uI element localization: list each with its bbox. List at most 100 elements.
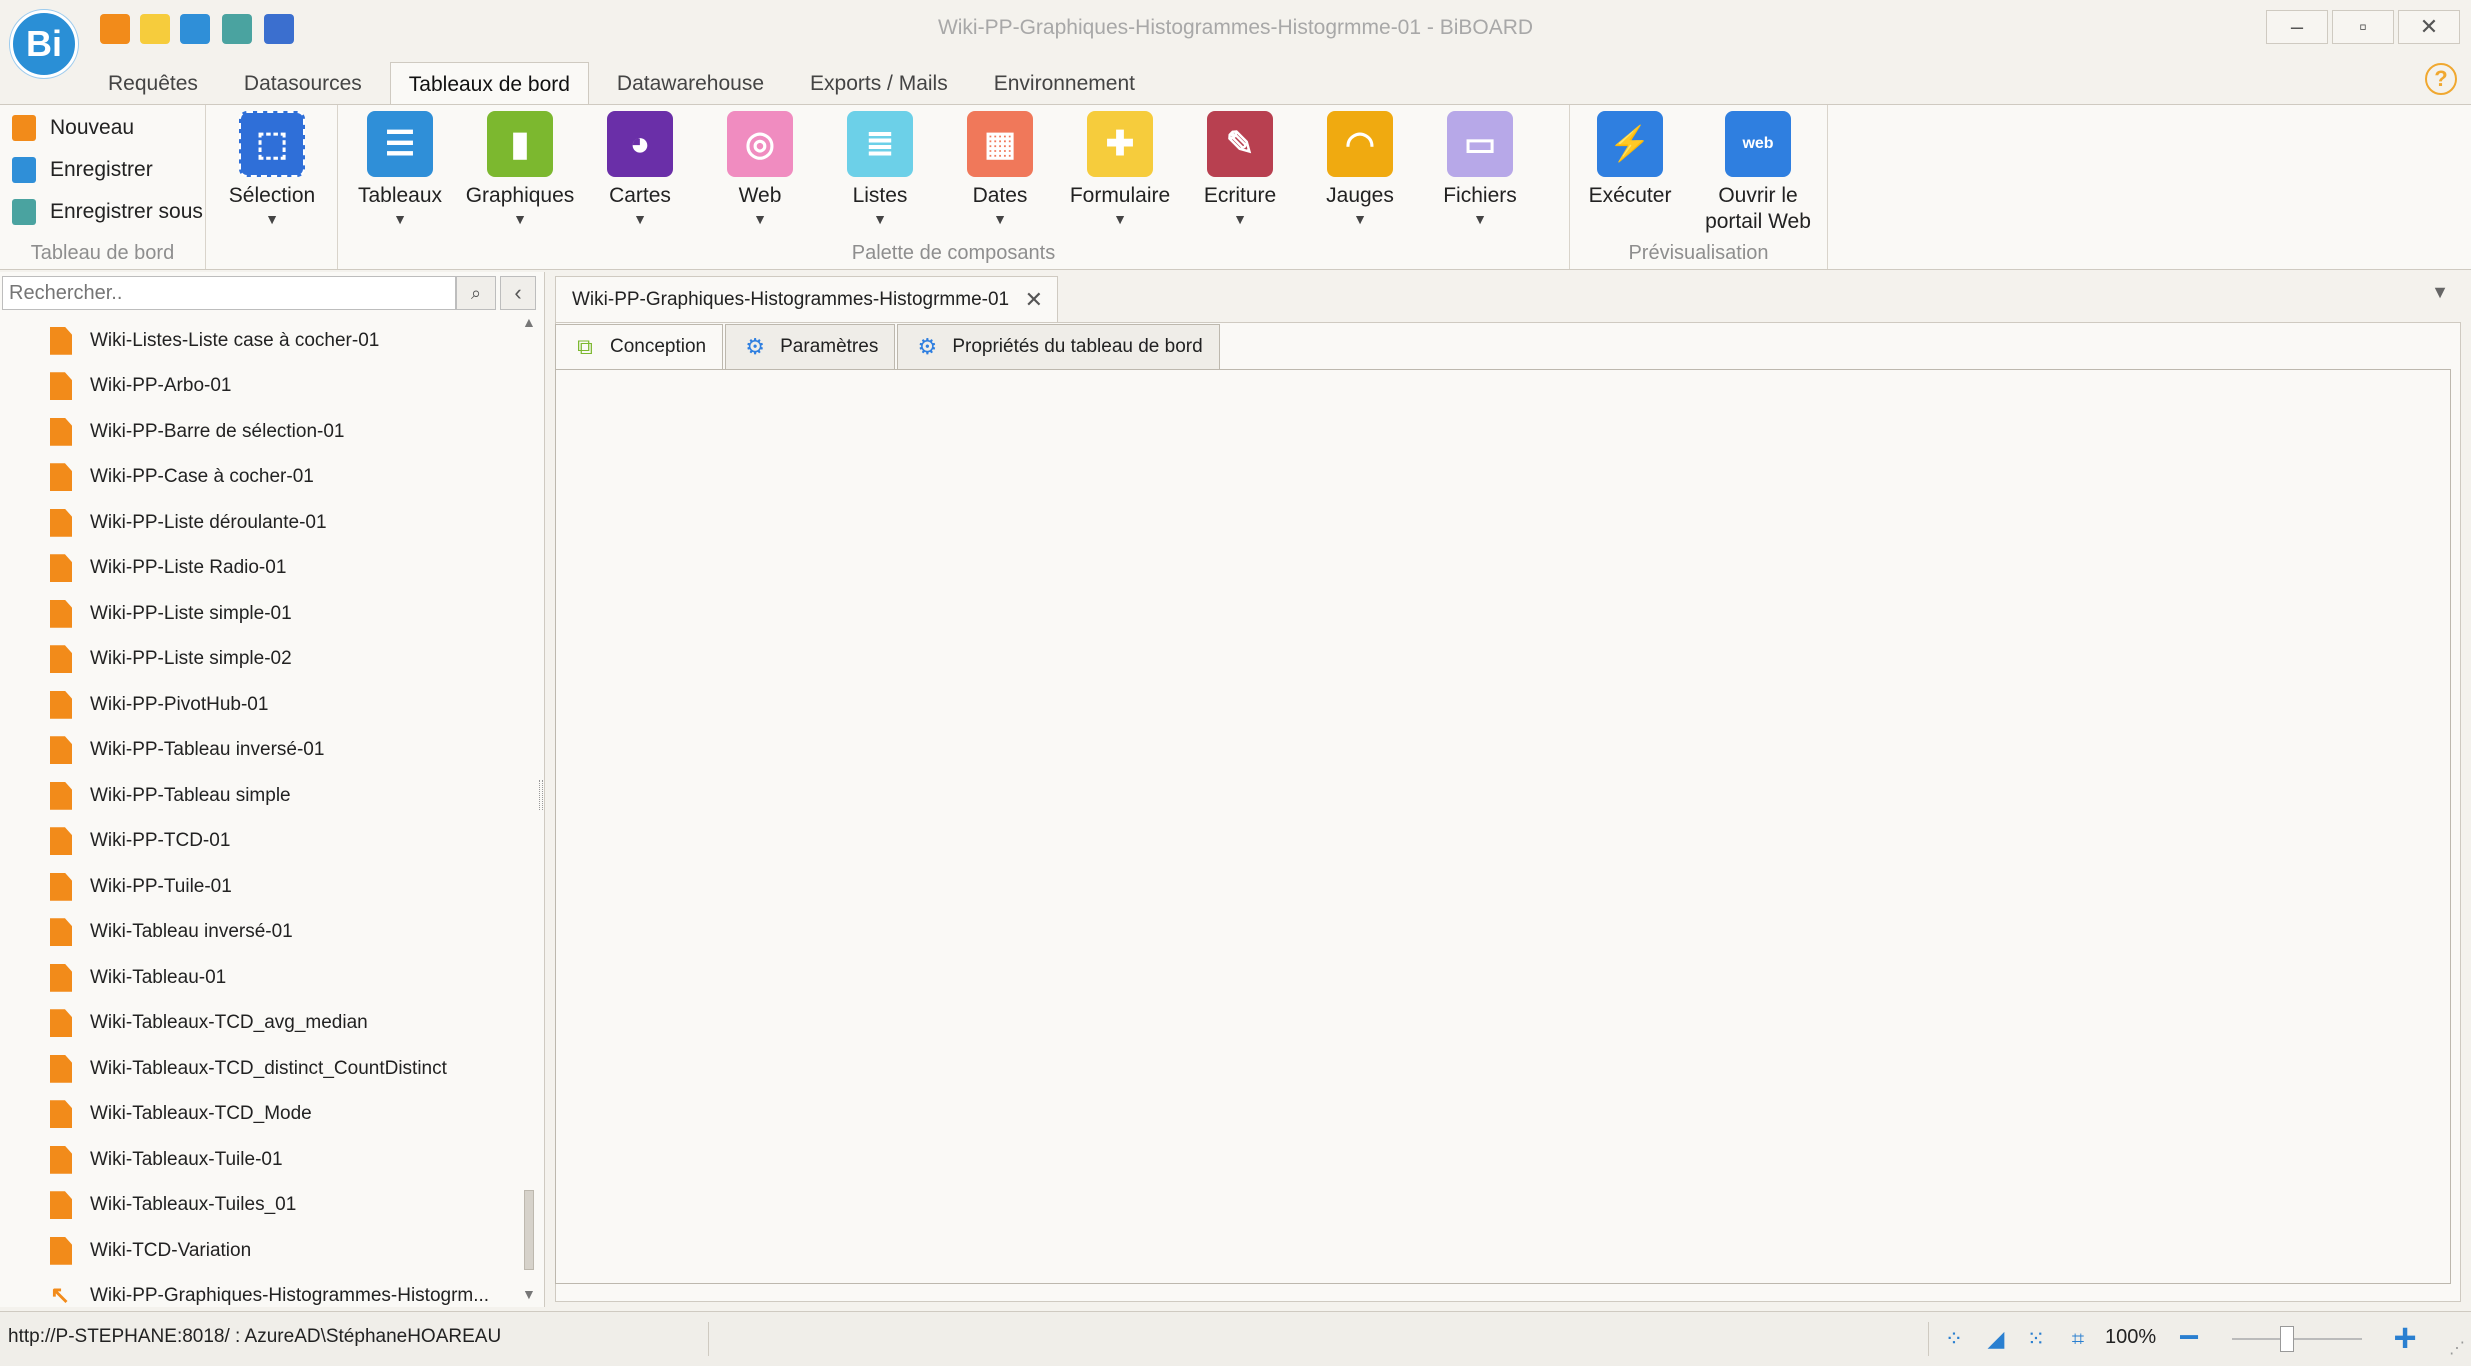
list-item[interactable]: Wiki-Tableau inversé-01: [0, 910, 520, 956]
chevron-down-icon: ▼: [753, 211, 767, 227]
open-portal-button[interactable]: web Ouvrir le portail Web: [1688, 111, 1828, 235]
tab-datawarehouse[interactable]: Datawarehouse: [599, 62, 782, 106]
list-item[interactable]: Wiki-Tableaux-Tuile-01: [0, 1137, 520, 1183]
tab-tableaux-de-bord[interactable]: Tableaux de bord: [389, 62, 589, 106]
list-item[interactable]: Wiki-PP-Liste simple-01: [0, 591, 520, 637]
file-icon: [50, 736, 72, 765]
save-as-button[interactable]: Enregistrer sous: [12, 195, 203, 229]
tree-scrollbar[interactable]: ▲ ▼: [522, 314, 536, 1302]
zoom-level: 100%: [2105, 1326, 2157, 1348]
new-button[interactable]: Nouveau: [12, 111, 134, 145]
scrollbar-thumb[interactable]: [524, 1190, 534, 1270]
component-ecriture-button[interactable]: ✎ Ecriture ▼: [1180, 111, 1300, 227]
collapse-panel-button[interactable]: ‹: [500, 276, 536, 310]
component-listes-button[interactable]: ≣ Listes ▼: [820, 111, 940, 227]
list-item-label: Wiki-Tableaux-Tuile-01: [90, 1148, 283, 1170]
list-item[interactable]: Wiki-Tableaux-TCD_avg_median: [0, 1001, 520, 1047]
list-item-label: Wiki-Tableaux-TCD_Mode: [90, 1103, 312, 1125]
list-item[interactable]: Wiki-Tableaux-Tuiles_01: [0, 1183, 520, 1229]
close-tab-icon[interactable]: ✕: [1025, 277, 1043, 323]
search-input[interactable]: [2, 276, 456, 310]
list-item[interactable]: Wiki-PP-Liste Radio-01: [0, 546, 520, 592]
lightning-icon: ⚡: [1597, 111, 1663, 177]
document-tab[interactable]: Wiki-PP-Graphiques-Histogrammes-Histogrm…: [555, 276, 1059, 323]
snap-grid-icon[interactable]: ⁘: [1938, 1324, 1970, 1354]
align-icon[interactable]: ◢: [1980, 1324, 2012, 1354]
component-cartes-button[interactable]: ◕ Cartes ▼: [580, 111, 700, 227]
scroll-down-icon[interactable]: ▼: [522, 1286, 536, 1302]
list-item[interactable]: Wiki-PP-Tableau simple: [0, 773, 520, 819]
component-fichiers-button[interactable]: ▭ Fichiers ▼: [1420, 111, 1540, 227]
list-item[interactable]: Wiki-Listes-Liste case à cocher-01: [0, 318, 520, 364]
list-item[interactable]: Wiki-PP-PivotHub-01: [0, 682, 520, 728]
tab-exports-mails[interactable]: Exports / Mails: [792, 62, 966, 106]
tab-proprietes[interactable]: ⚙ Propriétés du tableau de bord: [897, 324, 1220, 370]
component-jauges-button[interactable]: ◠ Jauges ▼: [1300, 111, 1420, 227]
list-item[interactable]: Wiki-PP-Arbo-01: [0, 364, 520, 410]
zoom-slider-track[interactable]: [2232, 1338, 2362, 1340]
file-icon: [50, 781, 72, 810]
grid-dots-icon[interactable]: ⁙: [2020, 1324, 2052, 1354]
list-item[interactable]: Wiki-PP-Tuile-01: [0, 864, 520, 910]
list-item[interactable]: Wiki-PP-Liste déroulante-01: [0, 500, 520, 546]
panel-splitter[interactable]: [539, 780, 543, 810]
close-button[interactable]: ✕: [2398, 10, 2460, 44]
file-icon: [50, 326, 72, 355]
dashboard-tree-panel: ⌕ ‹ Wiki-Listes-Liste case à cocher-01 Wi…: [0, 272, 545, 1309]
list-item-label: Wiki-PP-Liste simple-02: [90, 648, 292, 670]
list-item[interactable]: Wiki-Tableaux-TCD_Mode: [0, 1092, 520, 1138]
folder-icon: ▭: [1447, 111, 1513, 177]
minimize-button[interactable]: –: [2266, 10, 2328, 44]
tab-proprietes-label: Propriétés du tableau de bord: [952, 336, 1203, 357]
component-graphiques-button[interactable]: ▮ Graphiques ▼: [460, 111, 580, 227]
component-dates-button[interactable]: ▦ Dates ▼: [940, 111, 1060, 227]
list-item[interactable]: Wiki-PP-Tableau inversé-01: [0, 728, 520, 774]
binoculars-icon[interactable]: ⌕: [456, 276, 496, 310]
execute-button[interactable]: ⚡ Exécuter: [1570, 111, 1690, 209]
list-item[interactable]: Wiki-TCD-Variation: [0, 1228, 520, 1274]
design-canvas[interactable]: [555, 369, 2451, 1284]
scroll-up-icon[interactable]: ▲: [522, 314, 536, 330]
file-icon: [50, 463, 72, 492]
component-tableaux-button[interactable]: ☰ Tableaux ▼: [340, 111, 460, 227]
tab-datasources[interactable]: Datasources: [226, 62, 380, 106]
tab-environnement[interactable]: Environnement: [976, 62, 1153, 106]
list-item-label: Wiki-Listes-Liste case à cocher-01: [90, 329, 380, 351]
zoom-in-button[interactable]: +: [2388, 1318, 2422, 1358]
chevron-down-icon: ▼: [993, 211, 1007, 227]
list-item[interactable]: Wiki-PP-TCD-01: [0, 819, 520, 865]
list-item-label: Wiki-PP-PivotHub-01: [90, 693, 269, 715]
table-icon: ☰: [367, 111, 433, 177]
app-logo[interactable]: Bi: [10, 10, 78, 78]
list-item[interactable]: Wiki-PP-Case à cocher-01: [0, 455, 520, 501]
selection-button[interactable]: ⬚ Sélection ▼: [212, 111, 332, 227]
list-item[interactable]: Wiki-PP-Barre de sélection-01: [0, 409, 520, 455]
component-label: Formulaire: [1069, 184, 1171, 207]
maximize-button[interactable]: ▫: [2332, 10, 2394, 44]
tab-requetes[interactable]: Requêtes: [90, 62, 216, 106]
tab-conception[interactable]: ⧉ Conception: [555, 324, 724, 370]
list-item-label: Wiki-Tableau inversé-01: [90, 921, 293, 943]
document-tab-label: Wiki-PP-Graphiques-Histogrammes-Histogrm…: [572, 289, 1010, 310]
component-web-button[interactable]: ◎ Web ▼: [700, 111, 820, 227]
save-button[interactable]: Enregistrer: [12, 153, 153, 187]
tab-parametres[interactable]: ⚙ Paramètres: [725, 324, 896, 370]
tab-list-dropdown-icon[interactable]: ▼: [2431, 282, 2449, 303]
status-bar: http://P-STEPHANE:8018/ : AzureAD\Stépha…: [0, 1311, 2471, 1366]
component-formulaire-button[interactable]: ✚ Formulaire ▼: [1060, 111, 1180, 227]
status-separator: [1928, 1322, 1929, 1356]
resize-grip-icon[interactable]: ⋰: [2449, 1338, 2465, 1358]
component-label: Tableaux: [357, 184, 443, 207]
crop-icon[interactable]: ⌗: [2062, 1324, 2094, 1354]
zoom-out-button[interactable]: −: [2172, 1319, 2206, 1355]
zoom-slider-thumb[interactable]: [2279, 1326, 2294, 1352]
list-item[interactable]: Wiki-Tableaux-TCD_distinct_CountDistinct: [0, 1046, 520, 1092]
list-item-label: Wiki-Tableaux-Tuiles_01: [90, 1194, 297, 1216]
list-item[interactable]: Wiki-Tableau-01: [0, 955, 520, 1001]
chevron-down-icon: ▼: [265, 211, 279, 227]
list-item[interactable]: Wiki-PP-Liste simple-02: [0, 637, 520, 683]
list-item-label: Wiki-TCD-Variation: [90, 1239, 252, 1261]
file-group: Nouveau Enregistrer Enregistrer sous Tab…: [0, 105, 206, 269]
help-icon[interactable]: ?: [2425, 63, 2457, 95]
component-label: Jauges: [1326, 184, 1394, 207]
